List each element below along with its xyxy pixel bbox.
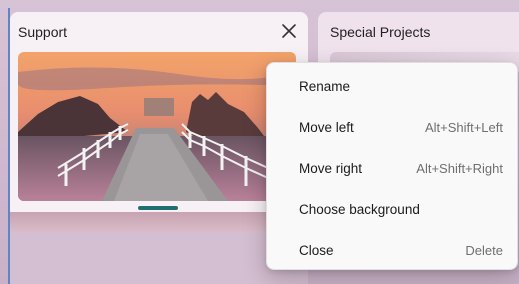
- menu-item-move-right[interactable]: Move right Alt+Shift+Right: [267, 149, 517, 187]
- desktop-card-support[interactable]: Support: [10, 12, 308, 220]
- menu-item-label: Move left: [299, 119, 354, 135]
- lower-panel: [10, 232, 308, 284]
- menu-item-label: Choose background: [299, 201, 420, 217]
- card-bottom-strip: [10, 212, 308, 232]
- card-title: Special Projects: [330, 24, 431, 40]
- menu-item-rename[interactable]: Rename: [267, 67, 517, 105]
- menu-item-label: Close: [299, 242, 334, 258]
- shortcut-label: Delete: [465, 242, 503, 258]
- card-title: Support: [18, 24, 68, 40]
- menu-item-close[interactable]: Close Delete: [267, 231, 517, 269]
- menu-item-move-left[interactable]: Move left Alt+Shift+Left: [267, 108, 517, 146]
- desktop-preview-image[interactable]: [18, 52, 296, 201]
- shortcut-label: Alt+Shift+Right: [416, 160, 503, 176]
- menu-item-label: Move right: [299, 160, 363, 176]
- menu-item-choose-background[interactable]: Choose background: [267, 190, 517, 228]
- close-icon[interactable]: [278, 20, 300, 42]
- menu-item-label: Rename: [299, 78, 351, 94]
- scroll-indicator[interactable]: [138, 206, 178, 210]
- context-menu: Rename Move left Alt+Shift+Left Move rig…: [266, 62, 518, 270]
- shortcut-label: Alt+Shift+Left: [424, 119, 503, 135]
